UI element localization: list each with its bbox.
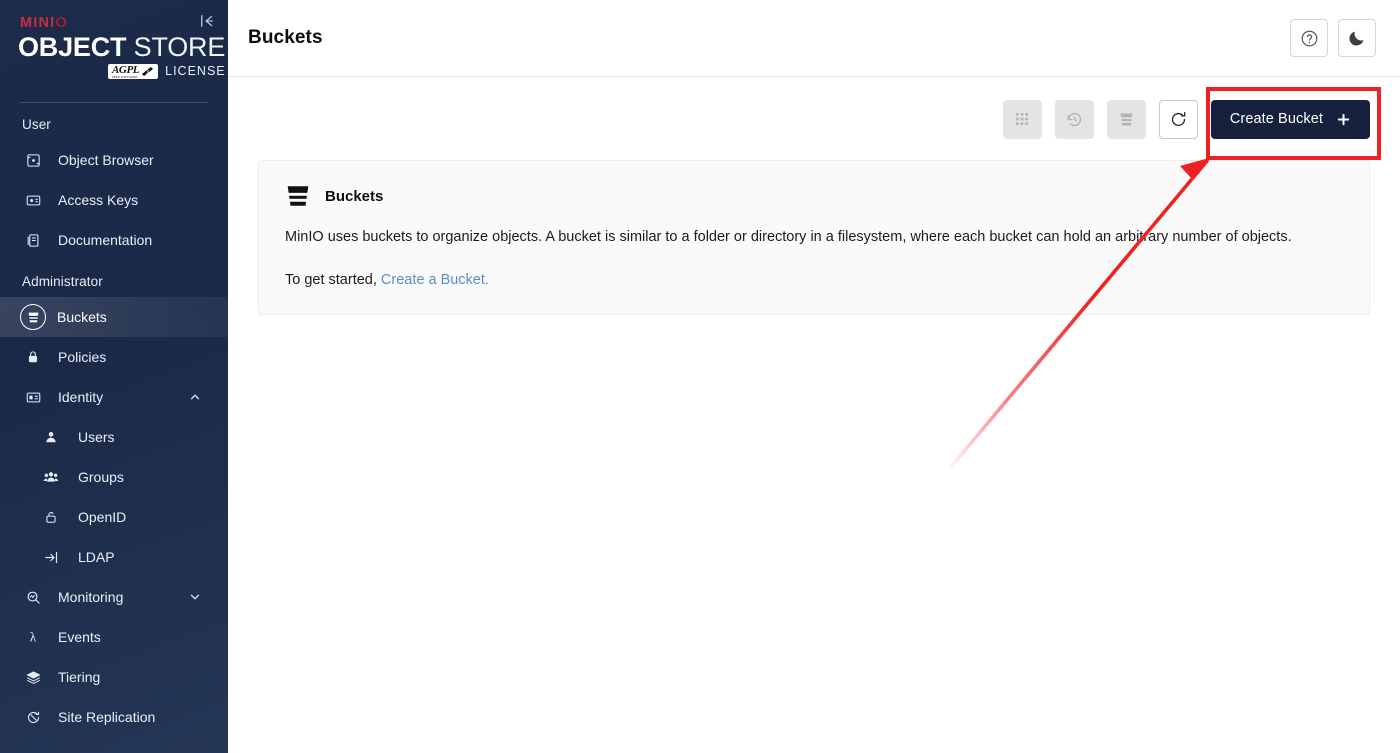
help-circle-icon[interactable]: [1290, 19, 1328, 57]
info-panel-footer: To get started, Create a Bucket.: [285, 272, 1343, 288]
sidebar-item-policies[interactable]: Policies: [0, 337, 228, 377]
wordmark-store: STORE: [126, 31, 226, 62]
chevron-up-icon[interactable]: [188, 390, 202, 404]
sidebar-item-label: Groups: [78, 469, 124, 485]
monitoring-search-icon: [22, 586, 44, 608]
sidebar-nav-administrator: Buckets Policies Identity Users Groups O…: [0, 297, 228, 737]
buckets-info-panel: Buckets MinIO uses buckets to organize o…: [258, 160, 1370, 316]
access-keys-icon: [22, 189, 44, 211]
license-label: LICENSE: [165, 64, 226, 79]
info-panel-title: Buckets: [325, 187, 384, 205]
sidebar-item-label: Tiering: [58, 669, 101, 685]
sidebar: MINIO OBJECT STORE AGPL FREE SOFTWARE 3 …: [0, 0, 228, 753]
chevron-down-icon[interactable]: [188, 590, 202, 604]
sidebar-item-label: Buckets: [57, 309, 107, 325]
sidebar-item-label: LDAP: [78, 549, 115, 565]
agpl-v3-mark: 3: [142, 66, 154, 76]
sidebar-item-label: Users: [78, 429, 115, 445]
sidebar-item-label: Monitoring: [58, 589, 124, 605]
info-panel-header: Buckets: [285, 183, 1343, 209]
wordmark-object: OBJECT: [18, 31, 127, 62]
sidebar-item-buckets[interactable]: Buckets: [0, 297, 228, 337]
bucket-icon: [20, 304, 46, 330]
sidebar-item-openid[interactable]: OpenID: [0, 497, 228, 537]
object-browser-icon: [22, 149, 44, 171]
info-panel-body: MinIO uses buckets to organize objects. …: [285, 229, 1292, 245]
plus-icon: [1336, 112, 1351, 127]
sidebar-item-monitoring[interactable]: Monitoring: [0, 577, 228, 617]
sidebar-item-site-replication[interactable]: Site Replication: [0, 697, 228, 737]
create-bucket-label: Create Bucket: [1229, 111, 1323, 127]
agpl-sublabel: FREE SOFTWARE: [112, 74, 138, 79]
grid-view-button[interactable]: [1002, 99, 1042, 139]
info-panel-footer-prefix: To get started,: [285, 272, 381, 289]
minio-brand-o: O: [55, 15, 68, 31]
topbar: Buckets: [228, 0, 1400, 77]
sidebar-nav-user: Object Browser Access Keys Documentation: [0, 140, 228, 260]
groups-icon: [40, 466, 62, 488]
bucket-icon: [285, 183, 311, 209]
site-replication-icon: [22, 706, 44, 728]
sidebar-item-users[interactable]: Users: [0, 417, 228, 457]
create-a-bucket-link[interactable]: Create a Bucket.: [381, 272, 489, 288]
sidebar-item-label: Identity: [58, 389, 104, 405]
object-store-wordmark: OBJECT STORE: [18, 31, 225, 62]
svg-text:λ: λ: [30, 630, 37, 645]
sidebar-item-documentation[interactable]: Documentation: [0, 220, 228, 260]
sidebar-item-identity[interactable]: Identity: [0, 377, 228, 417]
page-title: Buckets: [248, 27, 323, 48]
documentation-icon: [22, 229, 44, 251]
sidebar-item-object-browser[interactable]: Object Browser: [0, 140, 228, 180]
agpl-badge-text: AGPL FREE SOFTWARE: [112, 63, 140, 79]
sidebar-item-label: Policies: [58, 349, 107, 365]
identity-icon: [22, 386, 44, 408]
minio-wordmark: MINIO: [20, 16, 212, 31]
sidebar-item-label: Events: [58, 629, 101, 645]
sidebar-item-label: Documentation: [58, 232, 153, 248]
sidebar-section-administrator: Administrator: [22, 274, 103, 289]
license-row: AGPL FREE SOFTWARE 3 LICENSE: [108, 63, 225, 79]
lock-icon: [22, 346, 44, 368]
svg-text:3: 3: [145, 70, 149, 75]
sidebar-item-tiering[interactable]: Tiering: [0, 657, 228, 697]
user-icon: [40, 426, 62, 448]
sidebar-item-label: OpenID: [78, 509, 127, 525]
sidebar-item-access-keys[interactable]: Access Keys: [0, 180, 228, 220]
openid-lock-icon: [40, 506, 62, 528]
sidebar-item-label: Site Replication: [58, 709, 156, 725]
collapse-left-icon[interactable]: [196, 10, 218, 32]
create-bucket-button[interactable]: Create Bucket: [1210, 99, 1370, 139]
content-area: Create Bucket Buckets MinIO uses buckets…: [228, 77, 1400, 753]
main-area: Buckets Create Bucket Buckets MinIO uses…: [228, 0, 1400, 753]
moon-icon[interactable]: [1338, 19, 1376, 57]
sidebar-item-label: Access Keys: [58, 192, 139, 208]
sidebar-item-label: Object Browser: [58, 152, 154, 168]
lambda-icon: λ: [22, 626, 44, 648]
sidebar-item-groups[interactable]: Groups: [0, 457, 228, 497]
tiering-layers-icon: [22, 666, 44, 688]
sidebar-logo: MINIO OBJECT STORE AGPL FREE SOFTWARE 3 …: [0, 0, 228, 92]
refresh-button[interactable]: [1158, 99, 1198, 139]
lifecycle-button[interactable]: [1054, 99, 1094, 139]
sidebar-section-user: User: [22, 117, 51, 132]
minio-brand-text: MINI: [20, 15, 56, 31]
delete-bucket-button[interactable]: [1106, 99, 1146, 139]
agpl-badge-icon: AGPL FREE SOFTWARE 3: [108, 63, 159, 79]
agpl-label: AGPL: [112, 63, 140, 76]
buckets-toolbar: Create Bucket: [258, 99, 1370, 139]
sidebar-item-events[interactable]: λ Events: [0, 617, 228, 657]
sidebar-item-ldap[interactable]: LDAP: [0, 537, 228, 577]
minio-console-app: MINIO OBJECT STORE AGPL FREE SOFTWARE 3 …: [0, 0, 1400, 753]
ldap-login-icon: [40, 546, 62, 568]
